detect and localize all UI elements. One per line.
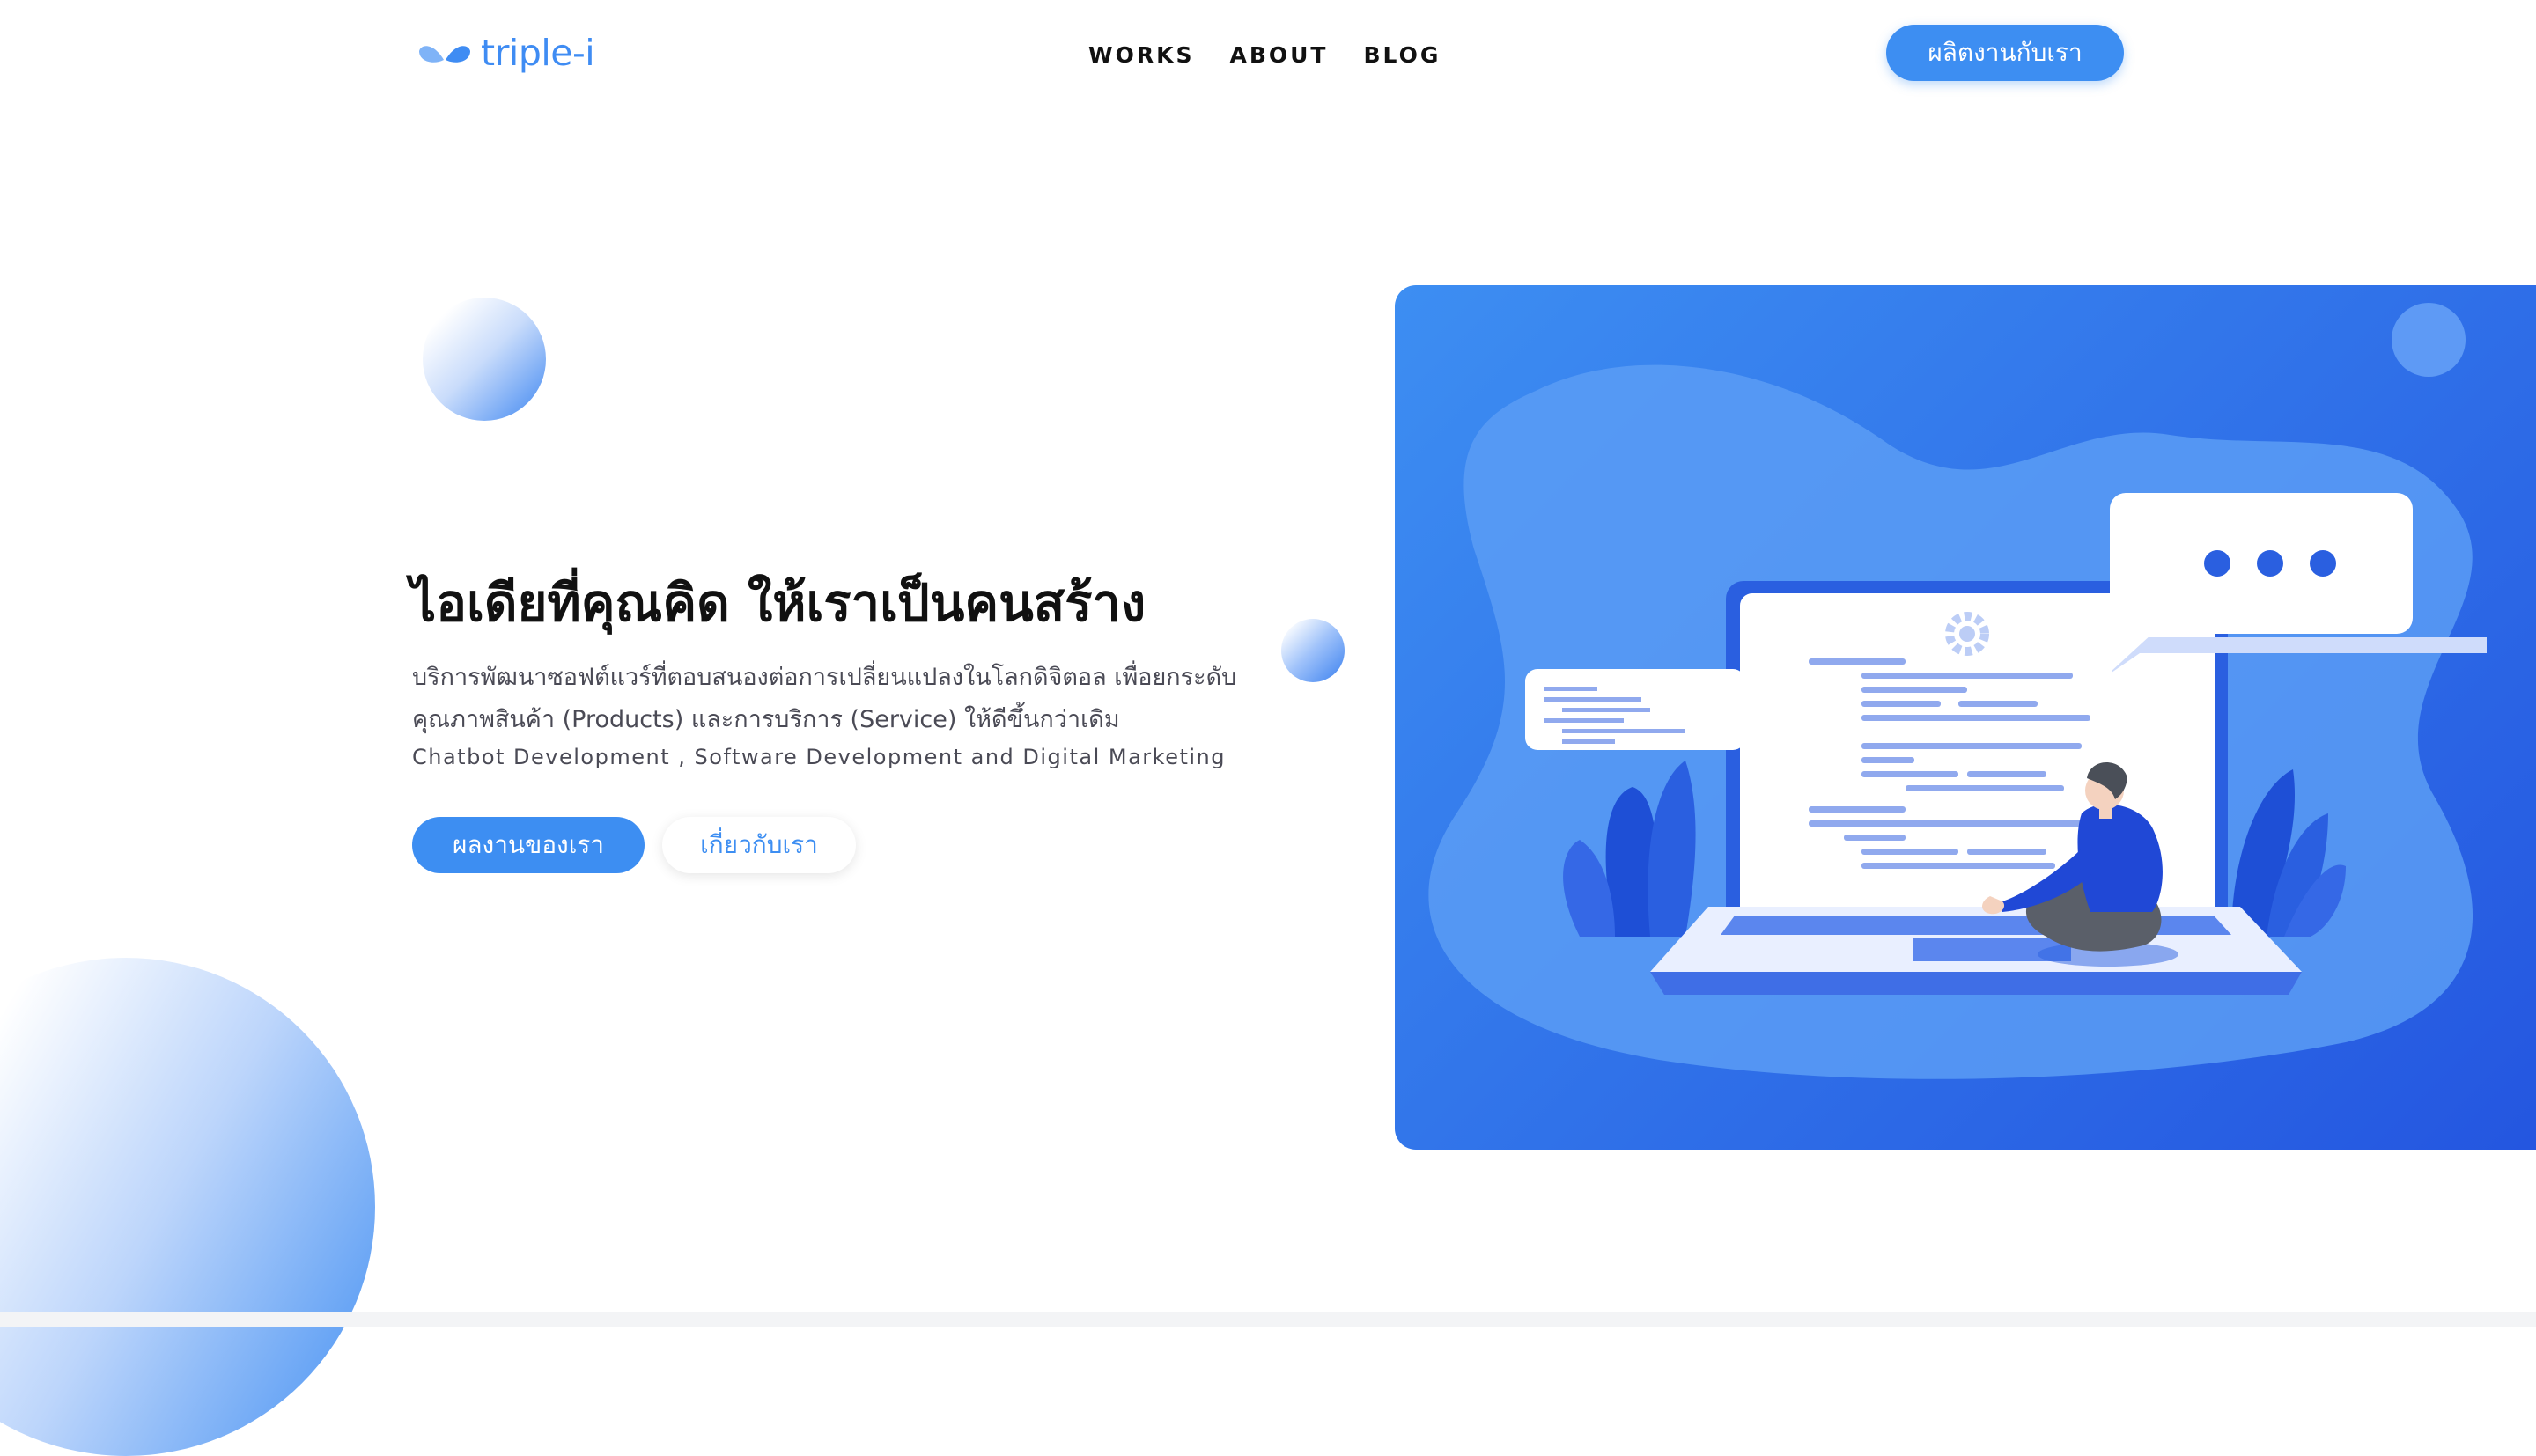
brand-name: triple-i — [481, 32, 595, 74]
illustration-svg — [1428, 303, 2487, 1079]
decor-orb-small — [1281, 619, 1345, 682]
work-with-us-button[interactable]: ผลิตงานกับเรา — [1886, 25, 2124, 81]
nav-item-works[interactable]: WORKS — [1088, 42, 1194, 68]
decor-orb-large — [0, 958, 375, 1456]
code-card-icon — [1525, 669, 1745, 750]
hero-services-line: Chatbot Development , Software Developme… — [412, 745, 1226, 769]
brand-logo[interactable]: triple-i — [417, 26, 595, 79]
hero-illustration — [1395, 285, 2536, 1150]
our-works-button[interactable]: ผลงานของเรา — [412, 817, 645, 873]
decor-orb-top — [423, 298, 546, 421]
corner-circle — [2392, 303, 2466, 377]
main-nav: WORKS ABOUT BLOG — [1088, 42, 1441, 68]
nav-item-blog[interactable]: BLOG — [1363, 42, 1441, 68]
butterfly-logo-icon — [419, 46, 470, 63]
about-us-button[interactable]: เกี่ยวกับเรา — [662, 817, 856, 873]
bottom-edge — [0, 1312, 2536, 1327]
nav-item-about[interactable]: ABOUT — [1229, 42, 1328, 68]
hero-description: บริการพัฒนาซอฟต์แวร์ที่ตอบสนองต่อการเปลี… — [412, 664, 1237, 733]
hero-title: ไอเดียที่คุณคิด ให้เราเป็นคนสร้าง — [410, 573, 1146, 633]
